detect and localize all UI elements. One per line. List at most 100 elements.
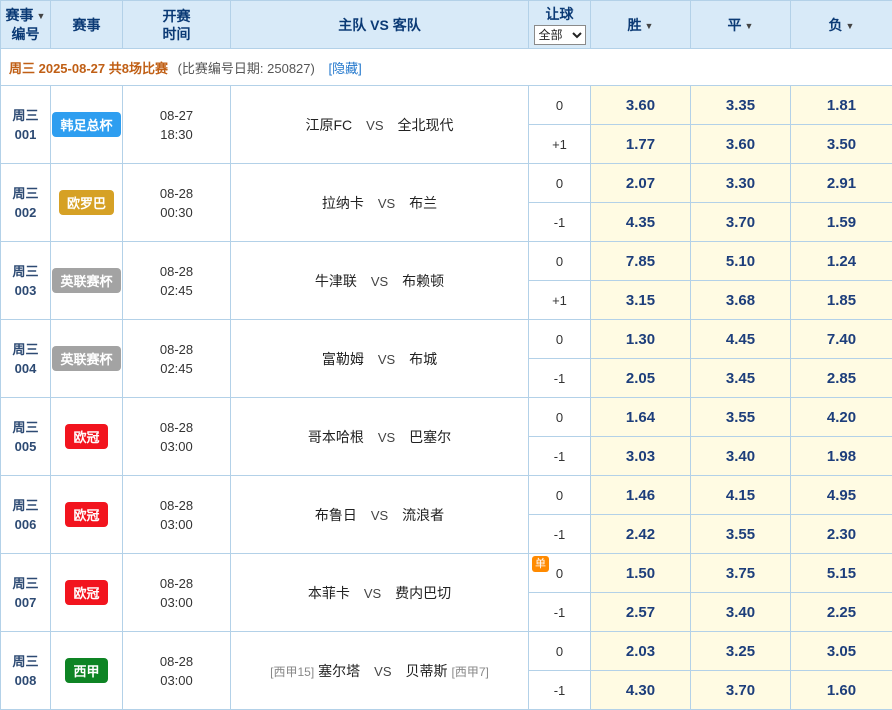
league-badge: 欧冠: [65, 580, 107, 605]
match-time-cell: 08-2803:00: [123, 398, 231, 476]
odds-win[interactable]: 1.64: [591, 398, 691, 437]
match-row: 周三007欧冠08-2803:00本菲卡VS费内巴切单01.503.755.15: [1, 554, 892, 593]
odds-lose[interactable]: 2.85: [791, 359, 892, 398]
odds-lose[interactable]: 4.95: [791, 476, 892, 515]
col-teams: 主队 VS 客队: [231, 1, 529, 49]
odds-draw[interactable]: 4.45: [691, 320, 791, 359]
odds-lose[interactable]: 1.59: [791, 203, 892, 242]
odds-lose[interactable]: 5.15: [791, 554, 892, 593]
odds-win[interactable]: 3.15: [591, 281, 691, 320]
vs-label: VS: [371, 274, 388, 289]
handicap-cell: -1: [529, 437, 591, 476]
match-day: 周三: [1, 106, 50, 125]
odds-draw[interactable]: 3.40: [691, 593, 791, 632]
hide-link[interactable]: [隐藏]: [328, 61, 361, 76]
odds-lose[interactable]: 1.81: [791, 86, 892, 125]
match-day: 周三: [1, 652, 50, 671]
odds-win[interactable]: 1.50: [591, 554, 691, 593]
away-team: 布城: [409, 351, 437, 367]
odds-win[interactable]: 1.77: [591, 125, 691, 164]
handicap-cell: 0: [529, 320, 591, 359]
match-time-cell: 08-2718:30: [123, 86, 231, 164]
handicap-cell: -1: [529, 359, 591, 398]
match-no: 003: [1, 281, 50, 300]
match-date: 08-28: [123, 652, 230, 671]
league-cell: 英联赛杯: [51, 320, 123, 398]
odds-win[interactable]: 3.60: [591, 86, 691, 125]
league-cell: 英联赛杯: [51, 242, 123, 320]
league-badge: 西甲: [65, 658, 107, 683]
handicap-cell: 0: [529, 632, 591, 671]
handicap-value: -1: [554, 527, 566, 542]
odds-lose[interactable]: 1.60: [791, 671, 892, 710]
odds-win[interactable]: 7.85: [591, 242, 691, 281]
away-team: 费内巴切: [395, 585, 451, 601]
odds-lose[interactable]: 1.98: [791, 437, 892, 476]
odds-win[interactable]: 2.05: [591, 359, 691, 398]
handicap-cell: 单0: [529, 554, 591, 593]
match-date: 08-27: [123, 106, 230, 125]
league-cell: 欧冠: [51, 476, 123, 554]
odds-draw[interactable]: 3.40: [691, 437, 791, 476]
handicap-filter-select[interactable]: 全部: [534, 25, 586, 45]
match-no: 002: [1, 203, 50, 222]
odds-draw[interactable]: 3.30: [691, 164, 791, 203]
odds-draw[interactable]: 3.70: [691, 671, 791, 710]
match-no: 008: [1, 671, 50, 690]
match-date: 08-28: [123, 574, 230, 593]
match-day: 周三: [1, 418, 50, 437]
win-sort-arrow-icon[interactable]: ▼: [645, 21, 654, 31]
odds-draw[interactable]: 3.75: [691, 554, 791, 593]
odds-lose[interactable]: 7.40: [791, 320, 892, 359]
col-lose: 负▼: [791, 1, 892, 49]
handicap-value: 0: [556, 332, 563, 347]
odds-win[interactable]: 4.35: [591, 203, 691, 242]
odds-win[interactable]: 1.30: [591, 320, 691, 359]
odds-lose[interactable]: 1.85: [791, 281, 892, 320]
odds-draw[interactable]: 3.70: [691, 203, 791, 242]
match-day: 周三: [1, 496, 50, 515]
odds-lose[interactable]: 3.05: [791, 632, 892, 671]
draw-sort-arrow-icon[interactable]: ▼: [745, 21, 754, 31]
odds-draw[interactable]: 3.55: [691, 398, 791, 437]
odds-draw[interactable]: 3.25: [691, 632, 791, 671]
league-badge: 韩足总杯: [52, 112, 120, 137]
odds-win[interactable]: 2.03: [591, 632, 691, 671]
odds-lose[interactable]: 2.25: [791, 593, 892, 632]
odds-win[interactable]: 2.57: [591, 593, 691, 632]
odds-draw[interactable]: 5.10: [691, 242, 791, 281]
vs-label: VS: [364, 586, 381, 601]
handicap-cell: 0: [529, 476, 591, 515]
match-id-sort-arrow-icon[interactable]: ▼: [37, 11, 46, 21]
odds-lose[interactable]: 2.30: [791, 515, 892, 554]
league-badge: 欧罗巴: [59, 190, 114, 215]
home-team: 本菲卡: [308, 585, 350, 601]
match-day: 周三: [1, 262, 50, 281]
match-teams-cell: 拉纳卡VS布兰: [231, 164, 529, 242]
odds-win[interactable]: 3.03: [591, 437, 691, 476]
odds-win[interactable]: 2.42: [591, 515, 691, 554]
odds-win[interactable]: 4.30: [591, 671, 691, 710]
odds-draw[interactable]: 4.15: [691, 476, 791, 515]
odds-draw[interactable]: 3.55: [691, 515, 791, 554]
odds-win[interactable]: 1.46: [591, 476, 691, 515]
odds-draw[interactable]: 3.45: [691, 359, 791, 398]
odds-draw[interactable]: 3.60: [691, 125, 791, 164]
col-league-label: 赛事: [73, 17, 101, 33]
odds-lose[interactable]: 1.24: [791, 242, 892, 281]
match-no: 006: [1, 515, 50, 534]
odds-win[interactable]: 2.07: [591, 164, 691, 203]
handicap-value: 0: [556, 98, 563, 113]
odds-lose[interactable]: 2.91: [791, 164, 892, 203]
odds-draw[interactable]: 3.68: [691, 281, 791, 320]
match-teams-cell: 本菲卡 VS 费内巴切: [231, 554, 529, 632]
match-start-time: 02:45: [123, 281, 230, 300]
odds-lose[interactable]: 3.50: [791, 125, 892, 164]
handicap-cell: -1: [529, 593, 591, 632]
match-teams-cell: 江原FCVS全北现代: [231, 86, 529, 164]
lose-sort-arrow-icon[interactable]: ▼: [846, 21, 855, 31]
home-team: 江原FC: [305, 117, 352, 133]
match-number-cell: 周三004: [1, 320, 51, 398]
odds-lose[interactable]: 4.20: [791, 398, 892, 437]
odds-draw[interactable]: 3.35: [691, 86, 791, 125]
